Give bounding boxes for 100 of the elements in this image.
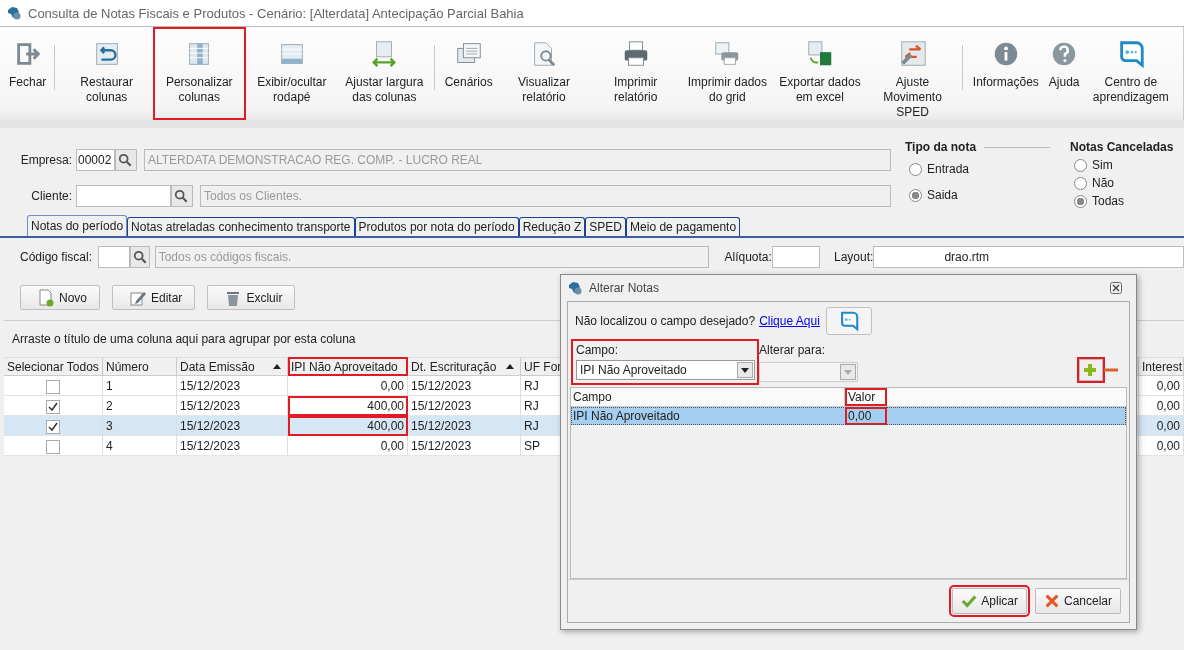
column-header[interactable]: Data Emissão xyxy=(177,357,288,376)
table-cell: 0,00 xyxy=(288,436,408,456)
radio-button[interactable] xyxy=(909,162,922,176)
dialog-button[interactable]: Aplicar xyxy=(952,588,1027,614)
add-button[interactable] xyxy=(1079,359,1103,381)
table-cell: 400,00 xyxy=(288,416,408,436)
sort-arrow-icon xyxy=(273,364,281,369)
tab[interactable]: Produtos por nota do período xyxy=(354,217,519,236)
toolbar-button[interactable]: Exibir/ocultar rodapé xyxy=(245,27,339,120)
radio-button[interactable] xyxy=(909,188,922,202)
radio-button[interactable] xyxy=(1074,176,1087,190)
empresa-name-display: ALTERDATA DEMONSTRACAO REG. COMP. - LUCRO REAL xyxy=(144,149,891,171)
column-header[interactable]: Campo xyxy=(571,388,845,406)
new-document-icon xyxy=(37,288,55,307)
table-row[interactable]: IPI Não Aproveitado 0,00 xyxy=(571,407,1126,425)
table-cell: 0,00 xyxy=(1139,436,1184,456)
group-title: Tipo da nota xyxy=(905,140,977,154)
toolbar-button[interactable]: Imprimir dados do grid xyxy=(681,27,774,120)
tab[interactable]: Redução Z xyxy=(518,217,586,236)
table-cell: 4 xyxy=(103,436,177,456)
cliente-label: Cliente: xyxy=(30,189,73,203)
checkbox[interactable] xyxy=(46,419,60,434)
tab[interactable]: Notas atreladas conhecimento transporte xyxy=(127,217,355,236)
table-cell: 15/12/2023 xyxy=(408,396,521,416)
tab[interactable]: SPED xyxy=(585,217,627,236)
alterar-label: Alterar para: xyxy=(759,343,827,357)
codigo-fiscal-display: Todos os códigos fiscais. xyxy=(154,246,709,268)
tab[interactable]: Notas do período xyxy=(27,215,128,236)
radio-label: Não xyxy=(1092,176,1114,190)
search-button[interactable] xyxy=(171,185,193,207)
aliquota-field[interactable] xyxy=(771,246,820,268)
column-header[interactable]: IPI Não Aproveitado xyxy=(288,357,408,376)
map-logo-icon xyxy=(6,5,22,21)
group-title: Notas Canceladas xyxy=(1070,140,1174,154)
codigo-fiscal-field[interactable] xyxy=(98,246,130,268)
radio-label: Sim xyxy=(1092,158,1113,172)
toolbar-button[interactable]: Ajustar largura das colunas xyxy=(338,27,437,120)
layout-label: Layout: xyxy=(834,250,874,264)
toolbar-button[interactable]: Restaurar colunas xyxy=(60,27,153,120)
radio-button[interactable] xyxy=(1074,158,1087,172)
table-cell: 15/12/2023 xyxy=(177,396,288,416)
cliente-code-field[interactable] xyxy=(76,185,171,207)
table-cell: 0,00 xyxy=(845,407,887,425)
table-cell: 15/12/2023 xyxy=(177,416,288,436)
table-cell: 3 xyxy=(103,416,177,436)
cross-icon xyxy=(1043,593,1060,609)
table-cell: 15/12/2023 xyxy=(408,376,521,396)
toolbar-button[interactable]: Ajuste Movimento SPED xyxy=(866,27,965,120)
codigo-fiscal-label: Código fiscal: xyxy=(20,250,93,264)
aliquota-label: Alíquota: xyxy=(724,250,772,264)
table-cell: 0,00 xyxy=(1139,376,1184,396)
group-by-hint: Arraste o título de uma coluna aqui para agrupar por esta coluna xyxy=(12,332,356,346)
column-header[interactable]: Número xyxy=(103,357,177,376)
check-icon xyxy=(961,593,978,609)
toolbar-button[interactable]: Informações xyxy=(967,27,1044,120)
sort-arrow-icon xyxy=(506,364,514,369)
table-cell: 15/12/2023 xyxy=(177,376,288,396)
action-button[interactable]: Editar xyxy=(112,285,196,310)
action-button[interactable]: Excluir xyxy=(207,285,296,310)
column-header[interactable]: Dt. Escrituração xyxy=(408,357,521,376)
checkbox[interactable] xyxy=(46,379,60,394)
toolbar-button[interactable]: Cenários xyxy=(439,27,498,120)
column-header[interactable]: Selecionar Todos xyxy=(4,357,103,376)
table-cell: 15/12/2023 xyxy=(408,436,521,456)
table-cell: 15/12/2023 xyxy=(408,416,521,436)
table-cell: 400,00 xyxy=(288,396,408,416)
tab[interactable]: Meio de pagamento xyxy=(626,217,741,236)
table-cell: 2 xyxy=(103,396,177,416)
radio-button[interactable] xyxy=(1074,194,1087,208)
dialog-button[interactable]: Cancelar xyxy=(1034,588,1121,614)
map-logo-icon xyxy=(567,280,583,296)
toolbar-button[interactable]: Ajuda xyxy=(1043,27,1085,120)
search-button[interactable] xyxy=(115,149,137,171)
checkbox[interactable] xyxy=(46,439,60,454)
toolbar-button[interactable]: Fechar xyxy=(4,27,58,120)
toolbar-button[interactable]: Exportar dados em excel xyxy=(773,27,867,120)
table-cell: 1 xyxy=(103,376,177,396)
table-cell: 0,00 xyxy=(1139,396,1184,416)
campo-label: Campo: xyxy=(576,343,620,357)
table-cell: 0,00 xyxy=(288,376,408,396)
learning-button[interactable] xyxy=(825,307,872,335)
window-title: Consulta de Notas Fiscais e Produtos - Cenário: [Alterdata] Antecipação Parcial Bahia xyxy=(28,5,524,21)
empresa-code-field[interactable]: 00002 xyxy=(76,149,115,171)
empresa-label: Empresa: xyxy=(19,153,73,167)
column-header[interactable]: Valor xyxy=(845,388,887,406)
action-button[interactable]: Novo xyxy=(20,285,100,310)
toolbar-button[interactable]: Centro de aprendizagem xyxy=(1084,27,1178,120)
close-icon[interactable] xyxy=(1110,282,1122,294)
help-link[interactable]: Clique Aqui xyxy=(759,314,820,328)
radio-label: Saida xyxy=(927,188,958,202)
layout-field[interactable]: drao.rtm xyxy=(873,246,1184,268)
radio-label: Todas xyxy=(1092,194,1125,208)
plus-icon xyxy=(1082,362,1098,378)
toolbar-button[interactable]: Personalizar colunas xyxy=(152,27,246,120)
radio-label: Entrada xyxy=(927,162,970,176)
campo-dropdown[interactable]: IPI Não Aproveitado xyxy=(576,360,755,380)
search-button[interactable] xyxy=(129,246,150,268)
checkbox[interactable] xyxy=(46,399,60,414)
toolbar-button[interactable]: Visualizar relatório xyxy=(497,27,591,120)
toolbar-button[interactable]: Imprimir relatório xyxy=(590,27,682,120)
